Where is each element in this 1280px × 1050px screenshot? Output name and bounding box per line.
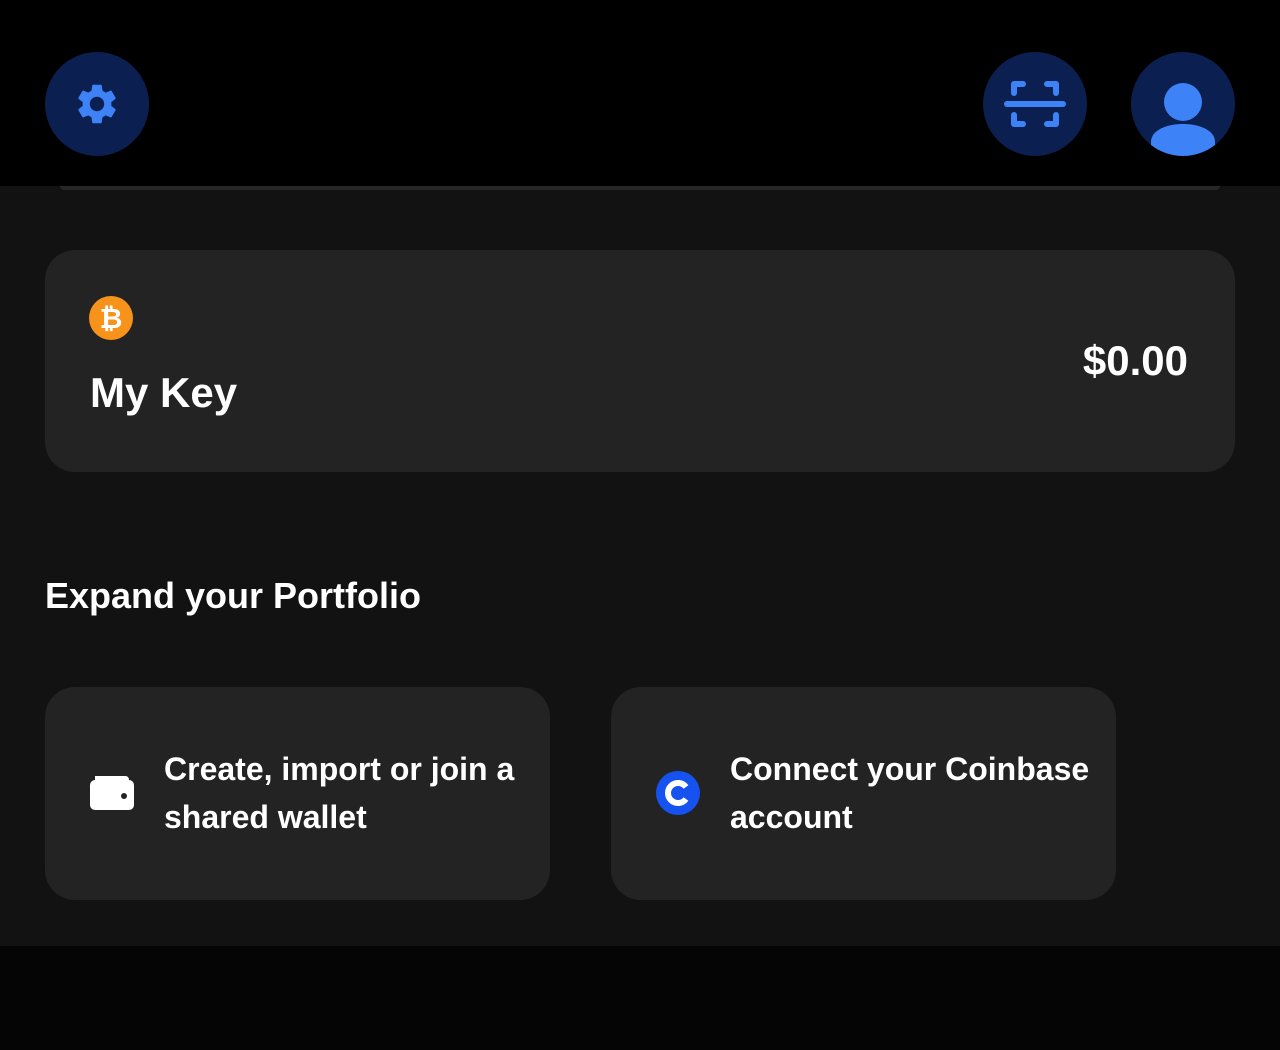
settings-button[interactable]: [45, 52, 149, 156]
wallet-balance: $0.00: [1082, 337, 1188, 384]
create-wallet-card[interactable]: Create, import or join a shared wallet: [45, 687, 550, 900]
wallet-card[interactable]: [45, 250, 1235, 472]
wallet-name: My Key: [90, 369, 238, 416]
top-bar: [0, 0, 1280, 186]
gear-icon: [78, 84, 116, 124]
section-title: Expand your Portfolio: [45, 575, 422, 616]
user-icon: [1151, 83, 1215, 156]
create-wallet-label: Create, import or join a shared wallet: [164, 751, 515, 835]
connect-coinbase-card[interactable]: Connect your Coinbase account: [611, 687, 1116, 900]
divider: [60, 186, 1220, 190]
bitcoin-symbol: ₿: [99, 301, 123, 335]
profile-button[interactable]: [1131, 52, 1235, 156]
scan-icon: [1004, 81, 1066, 127]
bottom-area: [0, 946, 1280, 1050]
bitcoin-icon: ₿: [89, 296, 133, 340]
connect-coinbase-label: Connect your Coinbase account: [730, 751, 1090, 835]
coinbase-icon: [655, 771, 701, 815]
scan-button[interactable]: [983, 52, 1087, 156]
wallet-icon: [89, 773, 135, 813]
